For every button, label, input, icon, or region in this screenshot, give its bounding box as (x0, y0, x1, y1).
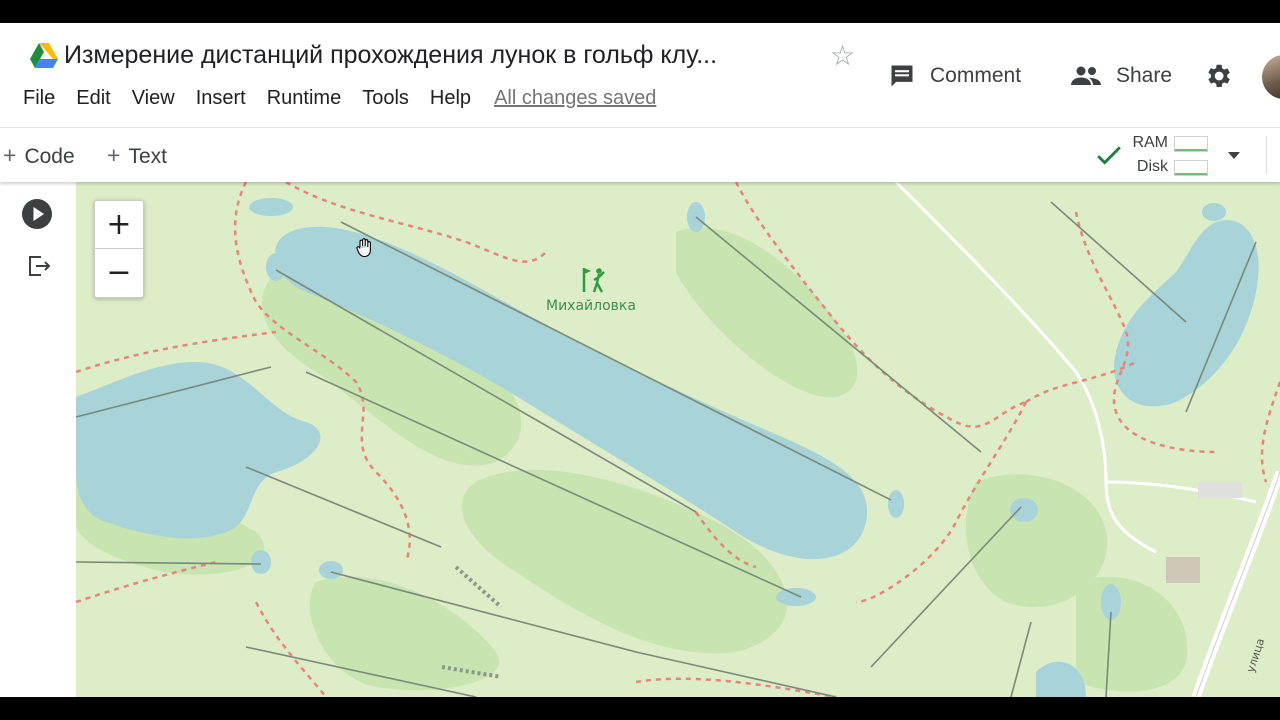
add-code-label: Code (24, 145, 75, 168)
plus-icon: + (3, 142, 17, 168)
hand-cursor-icon (356, 238, 371, 258)
play-circle-icon[interactable] (21, 198, 53, 230)
add-text-label: Text (128, 145, 167, 168)
zoom-control: + − (94, 200, 144, 298)
add-code-button[interactable]: + Code (3, 142, 75, 169)
output-redirect-icon[interactable] (27, 254, 51, 278)
gear-icon[interactable] (1203, 61, 1233, 91)
notebook-title[interactable]: Измерение дистанций прохождения лунок в … (64, 41, 717, 70)
menu-bar: File Edit View Insert Runtime Tools Help… (23, 87, 656, 113)
checkmark-icon (1097, 146, 1121, 165)
divider (1266, 136, 1267, 174)
comment-button[interactable]: Comment (888, 59, 1021, 93)
menu-help[interactable]: Help (430, 87, 471, 113)
add-text-button[interactable]: + Text (107, 142, 167, 169)
avatar[interactable] (1262, 55, 1280, 99)
place-label: Михайловка (546, 298, 636, 314)
star-icon[interactable]: ☆ (830, 41, 855, 71)
chevron-down-icon[interactable] (1228, 152, 1240, 159)
comment-icon (891, 65, 913, 87)
menu-file[interactable]: File (23, 87, 55, 113)
menu-tools[interactable]: Tools (362, 87, 409, 113)
map-base (76, 182, 1280, 697)
colab-window: Измерение дистанций прохождения лунок в … (0, 23, 1280, 697)
share-button[interactable]: Share (1070, 59, 1172, 93)
save-status-link[interactable]: All changes saved (494, 87, 656, 113)
google-drive-icon[interactable] (30, 43, 58, 69)
share-label: Share (1116, 64, 1173, 87)
notebook-toolbar: + Code + Text RAM Disk (0, 127, 1280, 182)
zoom-in-button[interactable]: + (95, 201, 143, 249)
disk-label: Disk (1136, 158, 1168, 175)
plus-icon: + (107, 142, 121, 168)
menu-runtime[interactable]: Runtime (267, 87, 341, 113)
zoom-out-button[interactable]: − (95, 249, 143, 296)
disk-bar (1174, 160, 1208, 176)
comment-label: Comment (930, 64, 1022, 87)
ram-bar (1174, 136, 1208, 152)
menu-view[interactable]: View (132, 87, 175, 113)
map-view[interactable]: + − Михайловка улица (76, 182, 1280, 697)
menu-edit[interactable]: Edit (76, 87, 110, 113)
menu-insert[interactable]: Insert (196, 87, 246, 113)
people-icon (1071, 66, 1101, 85)
header: Измерение дистанций прохождения лунок в … (0, 23, 1280, 127)
cell-gutter (0, 182, 76, 697)
ram-label: RAM (1132, 134, 1168, 151)
golf-course-icon (582, 268, 605, 293)
